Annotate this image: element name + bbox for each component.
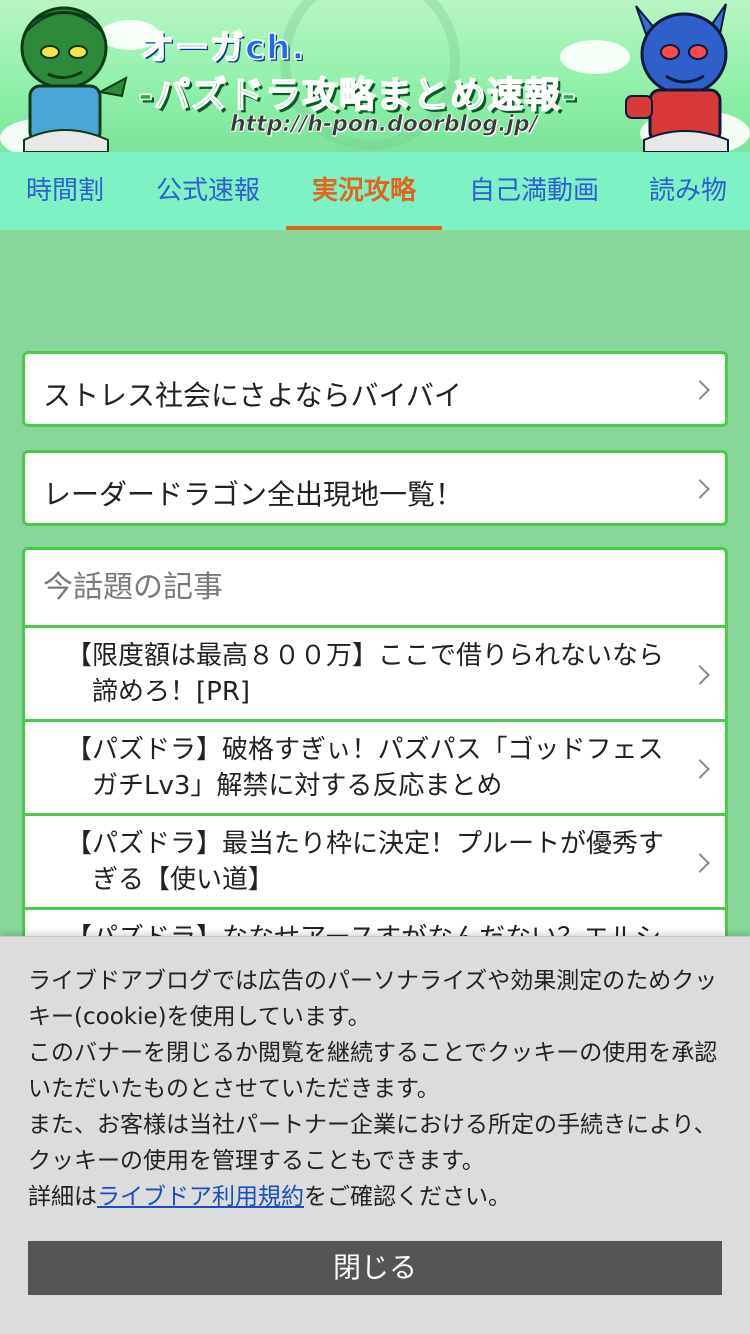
trending-articles: 今話題の記事 【限度額は最高８００万】ここで借りられないなら諦めろ！[PR] 【…	[22, 547, 728, 967]
article-title: 【限度額は最高８００万】ここで借りられないなら諦めろ！[PR]	[66, 641, 665, 707]
tab-reading[interactable]: 読み物	[626, 152, 750, 230]
tab-official-news[interactable]: 公式速報	[140, 152, 276, 230]
site-subtitle: -パズドラ攻略まとめ速報-	[137, 74, 577, 117]
link-card-stress[interactable]: ストレス社会にさよならバイバイ	[22, 351, 728, 427]
tab-timetable[interactable]: 時間割	[0, 152, 130, 230]
cookie-text-1: ライブドアブログでは広告のパーソナライズや効果測定のためクッキー(cookie)…	[28, 968, 718, 1030]
cookie-banner: ライブドアブログでは広告のパーソナライズや効果測定のためクッキー(cookie)…	[0, 936, 750, 1334]
list-item[interactable]: 【限度額は最高８００万】ここで借りられないなら諦めろ！[PR]	[25, 628, 725, 722]
cookie-detail-suffix: をご確認ください。	[304, 1184, 511, 1210]
site-banner[interactable]: オーガch. -パズドラ攻略まとめ速報- http://h-pon.doorbl…	[0, 0, 750, 152]
tab-self-videos[interactable]: 自己満動画	[452, 152, 616, 230]
link-card-radar-dragon[interactable]: レーダードラゴン全出現地一覧！	[22, 450, 728, 526]
site-name: オーガch.	[139, 27, 306, 69]
green-oni-mascot	[20, 6, 128, 152]
chevron-right-icon	[690, 380, 710, 400]
chevron-right-icon	[690, 853, 710, 873]
cookie-text-3: また、お客様は当社パートナー企業における所定の手続きにより、クッキーの使用を管理…	[28, 1112, 717, 1174]
terms-link[interactable]: ライブドア利用規約	[97, 1184, 304, 1210]
close-button[interactable]: 閉じる	[28, 1241, 722, 1295]
chevron-right-icon	[690, 479, 710, 499]
site-url: http://h-pon.doorblog.jp/	[230, 112, 538, 138]
list-item[interactable]: 【パズドラ】破格すぎぃ！パズパス「ゴッドフェスガチLv3」解禁に対する反応まとめ	[25, 722, 725, 816]
article-title: 【パズドラ】最当たり枠に決定！プルートが優秀すぎる【使い道】	[66, 829, 665, 895]
chevron-right-icon	[690, 759, 710, 779]
list-item[interactable]: 【パズドラ】最当たり枠に決定！プルートが優秀すぎる【使い道】	[25, 816, 725, 910]
cookie-detail: 詳細はライブドア利用規約をご確認ください。	[28, 1179, 728, 1215]
cookie-text-2: このバナーを閉じるか閲覧を継続することでクッキーの使用を承認いただいたものとさせ…	[28, 1040, 718, 1102]
link-card-label: ストレス社会にさよならバイバイ	[43, 379, 462, 412]
tab-live-strategy[interactable]: 実況攻略	[286, 152, 442, 230]
link-card-label: レーダードラゴン全出現地一覧！	[43, 478, 464, 511]
chevron-right-icon	[690, 665, 710, 685]
article-title: 【パズドラ】破格すぎぃ！パズパス「ゴッドフェスガチLv3」解禁に対する反応まとめ	[66, 735, 664, 801]
cookie-detail-prefix: 詳細は	[28, 1184, 97, 1210]
red-oni-mascot	[625, 3, 729, 152]
trending-heading: 今話題の記事	[25, 550, 725, 628]
category-tabs: 時間割 公式速報 実況攻略 自己満動画 読み物	[0, 152, 750, 230]
